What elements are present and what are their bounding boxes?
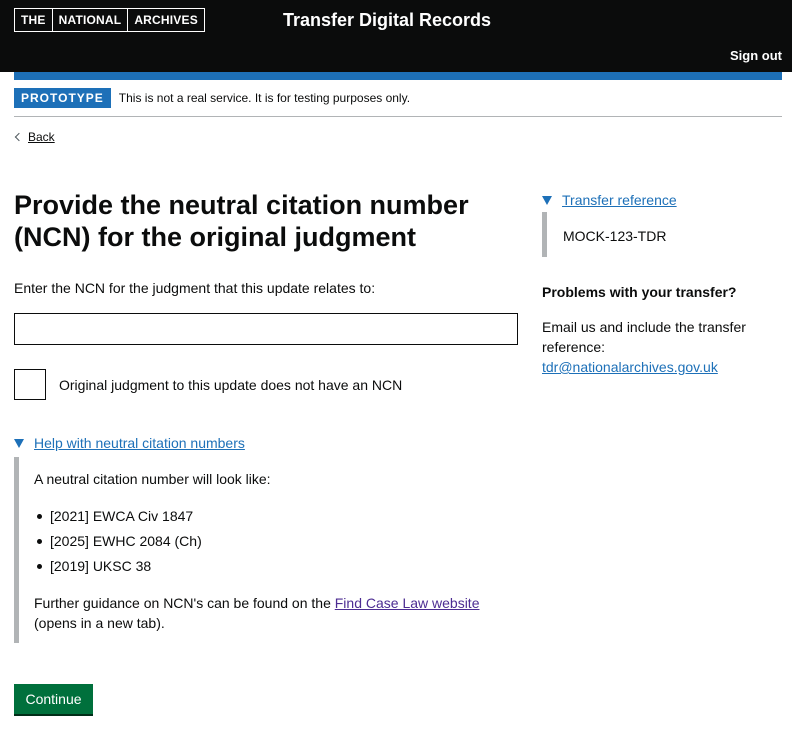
phase-banner-text: This is not a real service. It is for te… <box>118 91 411 105</box>
support-email-link[interactable]: tdr@nationalarchives.gov.uk <box>542 357 718 377</box>
no-ncn-checkbox[interactable] <box>14 369 46 400</box>
bullet-icon <box>37 564 42 569</box>
ncn-guidance-text: Further guidance on NCN's can be found o… <box>34 593 519 633</box>
guidance-text-after: (opens in a new tab). <box>34 615 165 631</box>
guidance-text-before: Further guidance on NCN's can be found o… <box>34 595 335 611</box>
header-accent-bar <box>14 72 782 80</box>
no-ncn-checkbox-label[interactable]: Original judgment to this update does no… <box>59 377 402 394</box>
back-link[interactable]: Back <box>14 129 55 145</box>
ncn-help-summary[interactable]: Help with neutral citation numbers <box>14 434 245 452</box>
transfer-reference-value: MOCK-123-TDR <box>563 228 667 244</box>
logo-word-archives: ARCHIVES <box>127 9 204 31</box>
bullet-icon <box>37 539 42 544</box>
ncn-input[interactable] <box>14 313 518 345</box>
national-archives-logo[interactable]: THE NATIONAL ARCHIVES <box>14 8 205 32</box>
list-item: [2019] UKSC 38 <box>34 557 202 582</box>
email-instructions: Email us and include the transfer refere… <box>542 319 746 355</box>
bullet-icon <box>37 514 42 519</box>
transfer-reference-summary[interactable]: Transfer reference <box>542 191 677 209</box>
ncn-help-intro: A neutral citation number will look like… <box>34 471 271 487</box>
ncn-help-summary-text[interactable]: Help with neutral citation numbers <box>34 434 245 452</box>
site-header: THE NATIONAL ARCHIVES Transfer Digital R… <box>0 0 792 72</box>
list-item: [2025] EWHC 2084 (Ch) <box>34 532 202 557</box>
ncn-example: [2019] UKSC 38 <box>50 558 152 574</box>
ncn-input-label: Enter the NCN for the judgment that this… <box>14 280 376 296</box>
ncn-example-list: [2021] EWCA Civ 1847 [2025] EWHC 2084 (C… <box>34 507 202 582</box>
problems-heading: Problems with your transfer? <box>542 284 737 300</box>
chevron-left-icon <box>14 132 24 142</box>
find-case-law-link[interactable]: Find Case Law website <box>335 595 480 611</box>
continue-button[interactable]: Continue <box>14 684 93 714</box>
ncn-help-content: A neutral citation number will look like… <box>14 457 518 643</box>
logo-word-the: THE <box>21 13 46 27</box>
logo-word-national: NATIONAL <box>51 9 128 31</box>
transfer-reference-content: MOCK-123-TDR <box>542 212 782 257</box>
page-title: Provide the neutral citation number (NCN… <box>14 190 469 252</box>
transfer-reference-summary-text[interactable]: Transfer reference <box>562 191 677 209</box>
ncn-example: [2021] EWCA Civ 1847 <box>50 508 194 524</box>
phase-banner: PROTOTYPE This is not a real service. It… <box>14 88 782 117</box>
ncn-example: [2025] EWHC 2084 (Ch) <box>50 533 202 549</box>
triangle-down-icon <box>542 195 552 205</box>
phase-tag: PROTOTYPE <box>14 88 111 108</box>
triangle-down-icon <box>14 438 24 448</box>
list-item: [2021] EWCA Civ 1847 <box>34 507 202 532</box>
back-link-label: Back <box>28 130 55 144</box>
sign-out-link[interactable]: Sign out <box>730 48 782 64</box>
service-name-link[interactable]: Transfer Digital Records <box>283 9 491 31</box>
